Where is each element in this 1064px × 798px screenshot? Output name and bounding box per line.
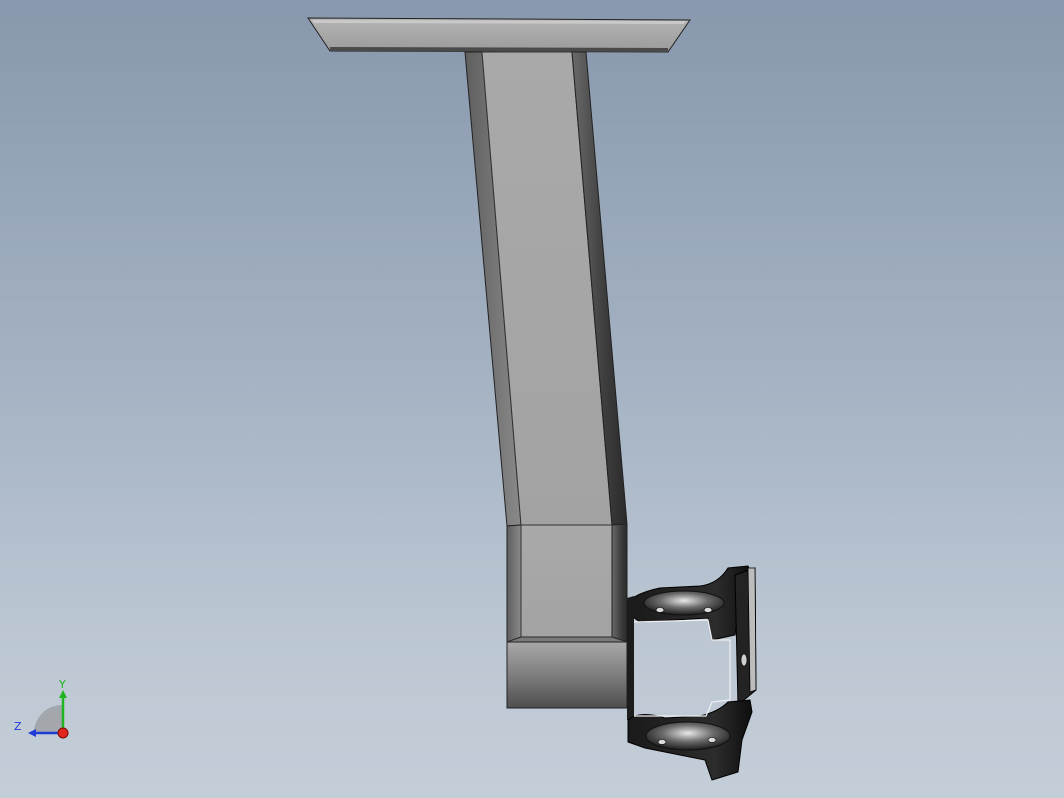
x-axis-origin-icon: [57, 727, 69, 739]
foot-block: [506, 641, 628, 709]
z-axis-label: Z: [14, 720, 22, 733]
graphics-viewport[interactable]: Y Z: [0, 0, 1064, 798]
arm-tube: [464, 51, 628, 643]
cad-model[interactable]: [0, 0, 1064, 798]
y-axis-label: Y: [59, 678, 66, 691]
hinge-bracket: [627, 565, 757, 781]
coordinate-triad: Y Z: [10, 676, 80, 746]
top-plate: [307, 17, 691, 53]
triad-plane-icon: [34, 705, 62, 733]
